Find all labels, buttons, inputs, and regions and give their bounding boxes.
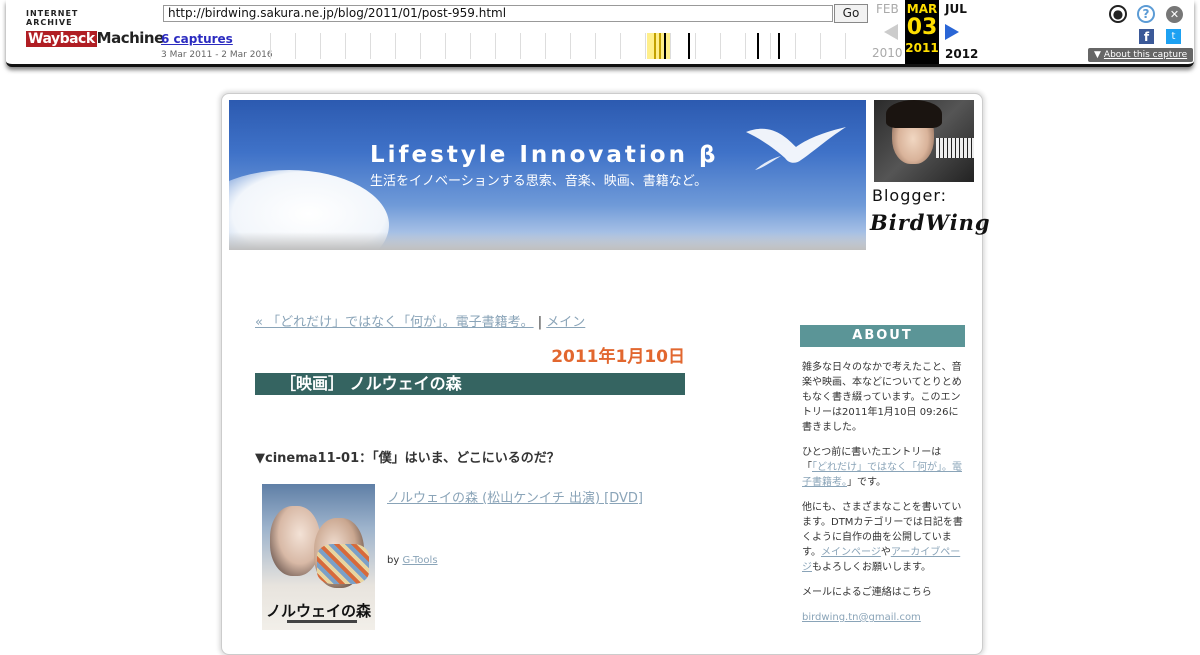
prev-entry-link[interactable]: « 「どれだけ」ではなく「何が」。電子書籍考。 — [255, 315, 534, 330]
sparkline-capture-tick[interactable] — [654, 33, 656, 59]
by-prefix: by — [387, 555, 400, 566]
sparkline-column — [520, 33, 545, 59]
capture-date-range: 3 Mar 2011 - 2 Mar 2016 — [161, 50, 273, 60]
go-button[interactable]: Go — [834, 4, 868, 23]
close-icon[interactable]: ✕ — [1166, 6, 1183, 23]
sparkline-column — [770, 33, 795, 59]
photo-hair — [886, 100, 942, 128]
product-link[interactable]: ノルウェイの森 (松山ケンイチ 出演) [DVD] — [387, 487, 643, 506]
sparkline-column — [595, 33, 620, 59]
sparkline-column — [645, 33, 670, 59]
sparkline-column — [495, 33, 520, 59]
photo-keyboard — [936, 138, 974, 158]
bird-icon — [746, 127, 846, 170]
cover-credits — [287, 620, 357, 623]
about-heading: ABOUT — [800, 325, 965, 347]
url-input[interactable]: http://birdwing.sakura.ne.jp/blog/2011/0… — [163, 5, 833, 22]
sparkline-capture-tick[interactable] — [659, 33, 661, 59]
facebook-icon[interactable]: f — [1139, 29, 1154, 44]
cover-scarf — [317, 544, 369, 584]
other-entries-text: 他にも、さまざまなことを書いています。DTMカテゴリーでは日記を書くように自作の… — [802, 500, 965, 575]
contact-text: メールによるご連絡はこちら — [802, 587, 932, 598]
previous-entry-text: ひとつ前に書いたエントリーは「「どれだけ」ではなく「何が」。電子書籍考。」です。 — [802, 445, 965, 490]
post-date: 2011年1月10日 — [551, 347, 685, 367]
sparkline-column — [345, 33, 370, 59]
text-fragment: や — [880, 547, 891, 558]
sparkline-capture-tick[interactable] — [664, 33, 666, 59]
sparkline-column — [420, 33, 445, 59]
blogger-signature-logo: BirdWing — [870, 210, 991, 235]
email-link[interactable]: birdwing.tn@gmail.com — [802, 612, 921, 623]
captures-link[interactable]: 6 captures — [161, 32, 233, 46]
text-fragment: もよろしくお願いします。 — [812, 562, 931, 573]
logo-machine: Machine — [96, 29, 165, 47]
sparkline-column — [795, 33, 820, 59]
gtools-link[interactable]: G-Tools — [402, 555, 437, 566]
prev-year-label[interactable]: 2010 — [872, 46, 903, 60]
blog-title[interactable]: Lifestyle Innovation β — [370, 142, 718, 168]
about-capture-button[interactable]: ▼ About this capture — [1088, 48, 1194, 62]
blogger-label: Blogger: — [872, 186, 948, 205]
sparkline-column — [320, 33, 345, 59]
banner-fade — [229, 232, 866, 250]
user-icon[interactable]: ● — [1109, 5, 1127, 23]
current-year: 2011 — [905, 41, 939, 55]
entry-navigation: « 「どれだけ」ではなく「何が」。電子書籍考。 | メイン — [255, 311, 585, 330]
about-capture-label: About this capture — [1103, 50, 1188, 60]
chevron-down-icon: ▼ — [1094, 50, 1101, 60]
sparkline-column — [845, 33, 870, 59]
next-year-label[interactable]: 2012 — [945, 47, 978, 61]
sparkline-column — [670, 33, 695, 59]
sparkline-column — [570, 33, 595, 59]
sparkline-column — [820, 33, 845, 59]
sparkline-column — [545, 33, 570, 59]
sparkline-column — [470, 33, 495, 59]
prev-capture-arrow-icon[interactable] — [884, 24, 898, 40]
wayback-toolbar: INTERNET ARCHIVE Wayback Machine http://b… — [6, 0, 1194, 67]
sparkline-column — [620, 33, 645, 59]
blog-subtitle: 生活をイノベーションする思索、音楽、映画、書籍など。 — [370, 174, 708, 189]
prev-month-label[interactable]: FEB — [876, 2, 899, 16]
sparkline-column — [270, 33, 295, 59]
blogger-photo — [874, 100, 974, 182]
main-page-link[interactable]: メイン — [546, 315, 585, 330]
cover-title: ノルウェイの森 — [265, 602, 371, 620]
sparkline-capture-tick[interactable] — [757, 33, 759, 59]
cover-face — [270, 506, 320, 576]
post-title-bar: ［映画］ ノルウェイの森 — [255, 373, 685, 395]
by-line: by G-Tools — [387, 555, 438, 566]
twitter-icon[interactable]: t — [1166, 29, 1181, 44]
sparkline-column — [295, 33, 320, 59]
text-fragment: 」です。 — [847, 477, 886, 488]
about-text: 雑多な日々のなかで考えたこと、音楽や映画、本などについてとりとめもなく書き綴って… — [802, 362, 962, 433]
post-title: ［映画］ ノルウェイの森 — [280, 374, 462, 393]
sparkline-column — [395, 33, 420, 59]
email-container: birdwing.tn@gmail.com — [802, 610, 965, 625]
sparkline-capture-tick[interactable] — [778, 33, 780, 59]
wayback-logo[interactable]: INTERNET ARCHIVE Wayback Machine — [26, 9, 164, 49]
logo-internet-archive: INTERNET ARCHIVE — [26, 9, 79, 27]
current-capture-date: MAR 03 2011 — [905, 0, 939, 64]
current-day: 03 — [906, 15, 938, 40]
section-heading: ▼cinema11-01：「僕」はいま、どこにいるのだ？ — [255, 451, 560, 466]
logo-wayback: Wayback — [26, 31, 97, 47]
dvd-cover-image[interactable]: ノルウェイの森 — [262, 484, 375, 630]
current-month: MAR — [906, 2, 938, 16]
sidebar-main-page-link[interactable]: メインページ — [821, 547, 881, 558]
sparkline-capture-tick[interactable] — [688, 33, 690, 59]
help-icon[interactable]: ? — [1137, 5, 1155, 23]
next-capture-arrow-icon[interactable] — [945, 24, 959, 40]
next-month-label[interactable]: JUL — [945, 2, 967, 16]
sparkline-column — [445, 33, 470, 59]
nav-separator: | — [537, 315, 543, 330]
sparkline-column — [370, 33, 395, 59]
capture-sparkline[interactable] — [270, 33, 870, 59]
sparkline-column — [720, 33, 745, 59]
sparkline-column — [695, 33, 720, 59]
